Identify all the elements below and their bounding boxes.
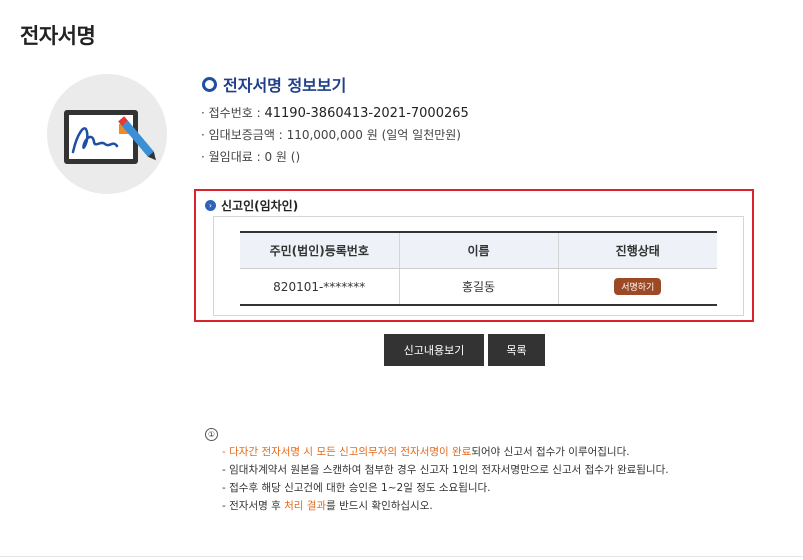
monthly-rent-value: 0 원 () [264, 150, 301, 164]
deposit-label: · 임대보증금액 : [201, 128, 283, 142]
notice-line-4: - 전자서명 후 처리 결과를 반드시 확인하십시오. [222, 498, 433, 513]
reporter-table: 주민(법인)등록번호 이름 진행상태 820101-******* 홍길동 서명… [240, 231, 717, 306]
list-button[interactable]: 목록 [488, 334, 545, 366]
view-report-button[interactable]: 신고내용보기 [384, 334, 484, 366]
arrow-bullet-icon: › [205, 200, 216, 211]
monthly-rent-label: · 월임대료 : [201, 150, 261, 164]
notice-icon: ① [205, 428, 218, 441]
notice-line-4-end: 를 반드시 확인하십시오. [326, 500, 433, 512]
table-header-row: 주민(법인)등록번호 이름 진행상태 [240, 231, 717, 269]
notice-line-4-highlight: 처리 결과 [284, 500, 327, 512]
reporter-section-title: › 신고인(임차인) [205, 197, 298, 214]
receipt-number-value: 41190-3860413-2021-7000265 [264, 106, 469, 121]
reporter-section-title-text: 신고인(임차인) [221, 199, 299, 213]
notice-line-1-rest: 되어야 신고서 접수가 이루어집니다. [471, 446, 630, 458]
e-signature-illustration [47, 74, 167, 194]
cell-name: 홍길동 [398, 268, 558, 306]
notice-line-1: - 다자간 전자서명 시 모든 신고의무자의 전자서명이 완료되어야 신고서 접… [222, 444, 630, 459]
table-row: 820101-******* 홍길동 서명하기 [240, 268, 717, 306]
receipt-number-label: · 접수번호 : [201, 106, 261, 120]
notice-line-4-start: - 전자서명 후 [222, 500, 285, 512]
deposit-value: 110,000,000 원 (일억 일천만원) [286, 128, 461, 142]
cell-id-number: 820101-******* [240, 268, 399, 306]
info-title-text: 전자서명 정보보기 [223, 76, 347, 95]
footer-divider [0, 556, 803, 557]
cell-status: 서명하기 [557, 268, 717, 306]
column-header-status: 진행상태 [557, 231, 717, 269]
receipt-number-row: · 접수번호 : 41190-3860413-2021-7000265 [201, 104, 469, 121]
info-title: 전자서명 정보보기 [202, 72, 346, 96]
ring-bullet-icon [202, 76, 217, 92]
notice-line-3: - 접수후 해당 신고건에 대한 승인은 1~2일 정도 소요됩니다. [222, 482, 491, 494]
notice-line-1-highlight: - 다자간 전자서명 시 모든 신고의무자의 전자서명이 완료 [222, 446, 472, 458]
monthly-rent-row: · 월임대료 : 0 원 () [201, 148, 300, 165]
deposit-row: · 임대보증금액 : 110,000,000 원 (일억 일천만원) [201, 126, 461, 143]
sign-button[interactable]: 서명하기 [614, 278, 662, 295]
page-title: 전자서명 [20, 24, 96, 48]
column-header-id: 주민(법인)등록번호 [240, 231, 399, 269]
column-header-name: 이름 [398, 231, 558, 269]
signature-tablet-icon [64, 110, 156, 164]
notice-line-2: - 임대차계약서 원본을 스캔하여 첨부한 경우 신고자 1인의 전자서명만으로… [222, 464, 669, 476]
